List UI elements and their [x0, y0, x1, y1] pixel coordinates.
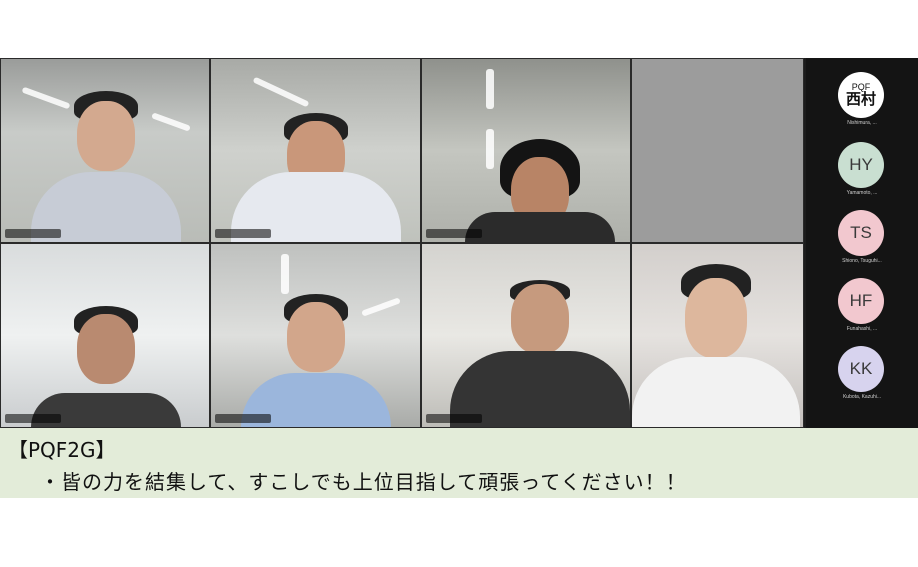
participant-item[interactable]: HY Yamamoto, ...	[806, 136, 918, 202]
participant-name-tag	[5, 229, 61, 238]
participant-name: Funahashi, ...	[846, 326, 878, 332]
participant-item[interactable]: HF Funahashi, ...	[806, 272, 918, 338]
avatar-name-label: 西村	[845, 91, 876, 108]
video-tile[interactable]	[421, 243, 631, 428]
participant-item[interactable]: KK Kubota, Kazuhi...	[806, 340, 918, 406]
caption-banner: 【PQF2G】 ・皆の力を結集して、すこしでも上位目指して頑張ってください！！	[0, 428, 918, 498]
video-meeting-window: PQF 西村 Nishimura, ... HY Yamamoto, ... T…	[0, 58, 918, 428]
participant-name: Yamamoto, ...	[846, 190, 878, 196]
avatar: KK	[838, 346, 884, 392]
participant-name-tag	[426, 414, 482, 423]
avatar: PQF 西村	[838, 72, 884, 118]
avatar: TS	[838, 210, 884, 256]
video-tile[interactable]	[421, 58, 631, 243]
participant-name: Shiono, Tsuguhi...	[842, 258, 882, 264]
participant-name-tag	[215, 414, 271, 423]
participant-name-tag	[5, 414, 61, 423]
video-tile[interactable]	[210, 58, 421, 243]
avatar: HF	[838, 278, 884, 324]
avatar: HY	[838, 142, 884, 188]
video-tile[interactable]	[0, 243, 210, 428]
participant-name-tag	[426, 229, 482, 238]
video-tile[interactable]	[0, 58, 210, 243]
video-tile[interactable]	[210, 243, 421, 428]
participant-name: Nishimura, ...	[847, 120, 877, 126]
participant-item[interactable]: PQF 西村 Nishimura, ...	[806, 66, 918, 132]
video-grid	[0, 58, 804, 428]
participant-name-tag	[215, 229, 271, 238]
participant-sidebar: PQF 西村 Nishimura, ... HY Yamamoto, ... T…	[806, 58, 918, 428]
video-tile[interactable]	[631, 243, 804, 428]
video-tile-empty	[631, 58, 804, 243]
participant-name: Kubota, Kazuhi...	[842, 394, 882, 400]
caption-title: 【PQF2G】	[8, 438, 116, 462]
participant-item[interactable]: TS Shiono, Tsuguhi...	[806, 204, 918, 270]
caption-message: ・皆の力を結集して、すこしでも上位目指して頑張ってください！！	[40, 470, 687, 494]
